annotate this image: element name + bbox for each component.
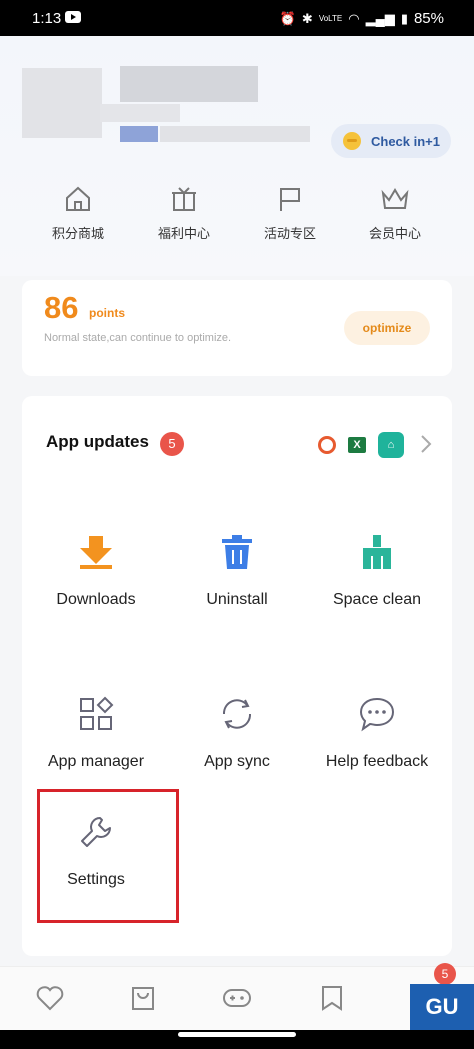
signal-icon: ▂▄▆: [365, 10, 395, 26]
check-in-label: Check in+1: [371, 133, 441, 149]
flag-icon: [280, 188, 300, 211]
tool-space-clean[interactable]: Space clean: [307, 531, 447, 609]
gesture-bar: [0, 1030, 474, 1049]
gift-icon: [172, 187, 196, 211]
battery-level: 85%: [413, 10, 444, 27]
points-description: Normal state,can continue to optimize.: [44, 332, 232, 344]
quick-link-welfare-center[interactable]: 福利中心: [134, 185, 234, 242]
profile-badge: 5: [434, 963, 456, 985]
blurred-info: [100, 104, 180, 122]
quick-links: 积分商城 福利中心 活动专区 会员中心: [0, 185, 474, 255]
trash-icon: [222, 535, 252, 569]
tool-label: Space clean: [332, 591, 422, 608]
points-card[interactable]: 86 points Normal state,can continue to o…: [22, 280, 452, 376]
tool-label: Uninstall: [206, 591, 268, 608]
blurred-id: [120, 126, 158, 142]
volte-label: VoLTE: [318, 14, 343, 23]
tool-label: App sync: [204, 753, 270, 770]
battery-icon: ▮: [400, 10, 408, 26]
wifi-icon: ◠: [348, 10, 360, 26]
chat-icon: [359, 697, 395, 732]
home-icon: [66, 186, 90, 211]
mi-home-icon: ⌂: [378, 432, 404, 458]
blurred-avatar: [22, 68, 102, 138]
bottom-navigation: 5: [0, 963, 474, 1031]
sync-icon: [222, 699, 252, 729]
status-icons: ⏰ ✱ VoLTE ◠ ▂▄▆ ▮ 85%: [280, 10, 444, 27]
tool-app-manager[interactable]: App manager: [26, 693, 166, 771]
youtube-notification-icon: [65, 11, 81, 23]
blurred-username: [120, 66, 258, 102]
optimize-button[interactable]: optimize: [344, 311, 430, 345]
tool-uninstall[interactable]: Uninstall: [167, 531, 307, 609]
home-indicator[interactable]: [178, 1032, 296, 1037]
check-in-button[interactable]: Check in+1: [331, 124, 451, 158]
points-unit: points: [89, 306, 125, 320]
quick-link-member-center[interactable]: 会员中心: [345, 185, 445, 242]
excel-icon: X: [348, 437, 366, 453]
quick-link-label: 积分商城: [51, 226, 104, 241]
status-time: 1:13: [32, 10, 62, 27]
tool-label: Help feedback: [325, 753, 429, 770]
tool-label: App manager: [47, 753, 145, 770]
opera-icon: [318, 436, 336, 454]
app-screen: 1:13 ⏰ ✱ VoLTE ◠ ▂▄▆ ▮ 85% Check in+1 积分…: [0, 0, 474, 1049]
settings-highlight-box: [37, 789, 179, 923]
quick-link-events[interactable]: 活动专区: [240, 185, 340, 242]
update-app-icons: X ⌂: [318, 432, 404, 458]
tool-downloads[interactable]: Downloads: [26, 531, 166, 609]
watermark-logo: GU: [410, 984, 474, 1030]
updates-count-badge: 5: [160, 432, 184, 456]
chevron-right-icon: [421, 435, 432, 453]
crown-icon: [381, 188, 409, 209]
bookmark-icon[interactable]: [320, 985, 344, 1011]
heart-icon[interactable]: [36, 985, 64, 1011]
tool-help-feedback[interactable]: Help feedback: [307, 693, 447, 771]
points-value: 86: [44, 290, 79, 325]
bluetooth-icon: ✱: [301, 10, 313, 26]
gamepad-icon[interactable]: [222, 985, 252, 1011]
quick-link-label: 活动专区: [263, 226, 316, 241]
bag-icon[interactable]: [130, 985, 156, 1011]
grid-icon: [80, 696, 114, 730]
tool-label: Downloads: [56, 591, 136, 608]
tool-app-sync[interactable]: App sync: [167, 693, 307, 771]
status-bar: 1:13 ⏰ ✱ VoLTE ◠ ▂▄▆ ▮ 85%: [0, 0, 474, 36]
alarm-icon: ⏰: [279, 10, 296, 26]
quick-link-points-mall[interactable]: 积分商城: [28, 185, 128, 242]
blurred-id-2: [160, 126, 310, 142]
broom-icon: [363, 535, 391, 569]
app-updates-title: App updates: [46, 432, 149, 451]
coin-icon: [343, 132, 361, 150]
quick-link-label: 会员中心: [368, 226, 421, 241]
download-icon: [80, 536, 112, 569]
quick-link-label: 福利中心: [157, 226, 210, 241]
